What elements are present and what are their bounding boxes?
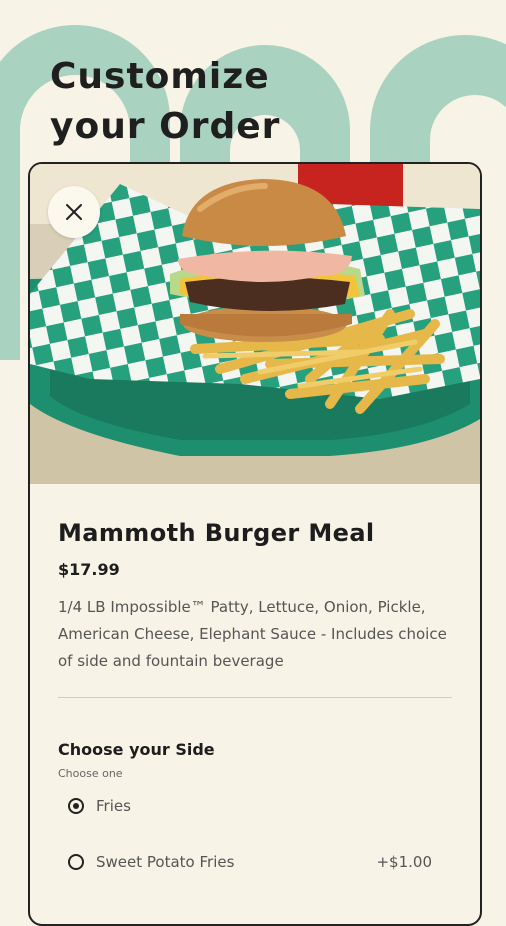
side-option-label: Sweet Potato Fries bbox=[96, 853, 235, 871]
item-card: Mammoth Burger Meal $17.99 1/4 LB Imposs… bbox=[28, 162, 482, 926]
side-section-title: Choose your Side bbox=[58, 740, 215, 759]
item-price: $17.99 bbox=[58, 560, 120, 579]
side-option-fries[interactable]: Fries bbox=[58, 792, 452, 820]
item-description: 1/4 LB Impossible™ Patty, Lettuce, Onion… bbox=[58, 598, 447, 670]
section-divider bbox=[58, 697, 452, 698]
side-option-price: +$1.00 bbox=[376, 853, 432, 871]
radio-unchecked-icon[interactable] bbox=[68, 854, 84, 870]
close-icon bbox=[66, 204, 82, 220]
headline-line-2: your Order bbox=[50, 106, 281, 147]
close-button[interactable] bbox=[48, 186, 100, 238]
headline-line-1: Customize bbox=[50, 56, 270, 97]
side-option-label: Fries bbox=[96, 797, 131, 815]
item-details: Mammoth Burger Meal $17.99 1/4 LB Imposs… bbox=[58, 518, 452, 876]
page-headline: Customize your Order bbox=[50, 52, 280, 152]
side-option-sweet-potato-fries[interactable]: Sweet Potato Fries +$1.00 bbox=[58, 848, 452, 876]
item-name: Mammoth Burger Meal bbox=[58, 519, 375, 547]
radio-checked-icon[interactable] bbox=[68, 798, 84, 814]
side-section-subtitle: Choose one bbox=[58, 767, 123, 780]
